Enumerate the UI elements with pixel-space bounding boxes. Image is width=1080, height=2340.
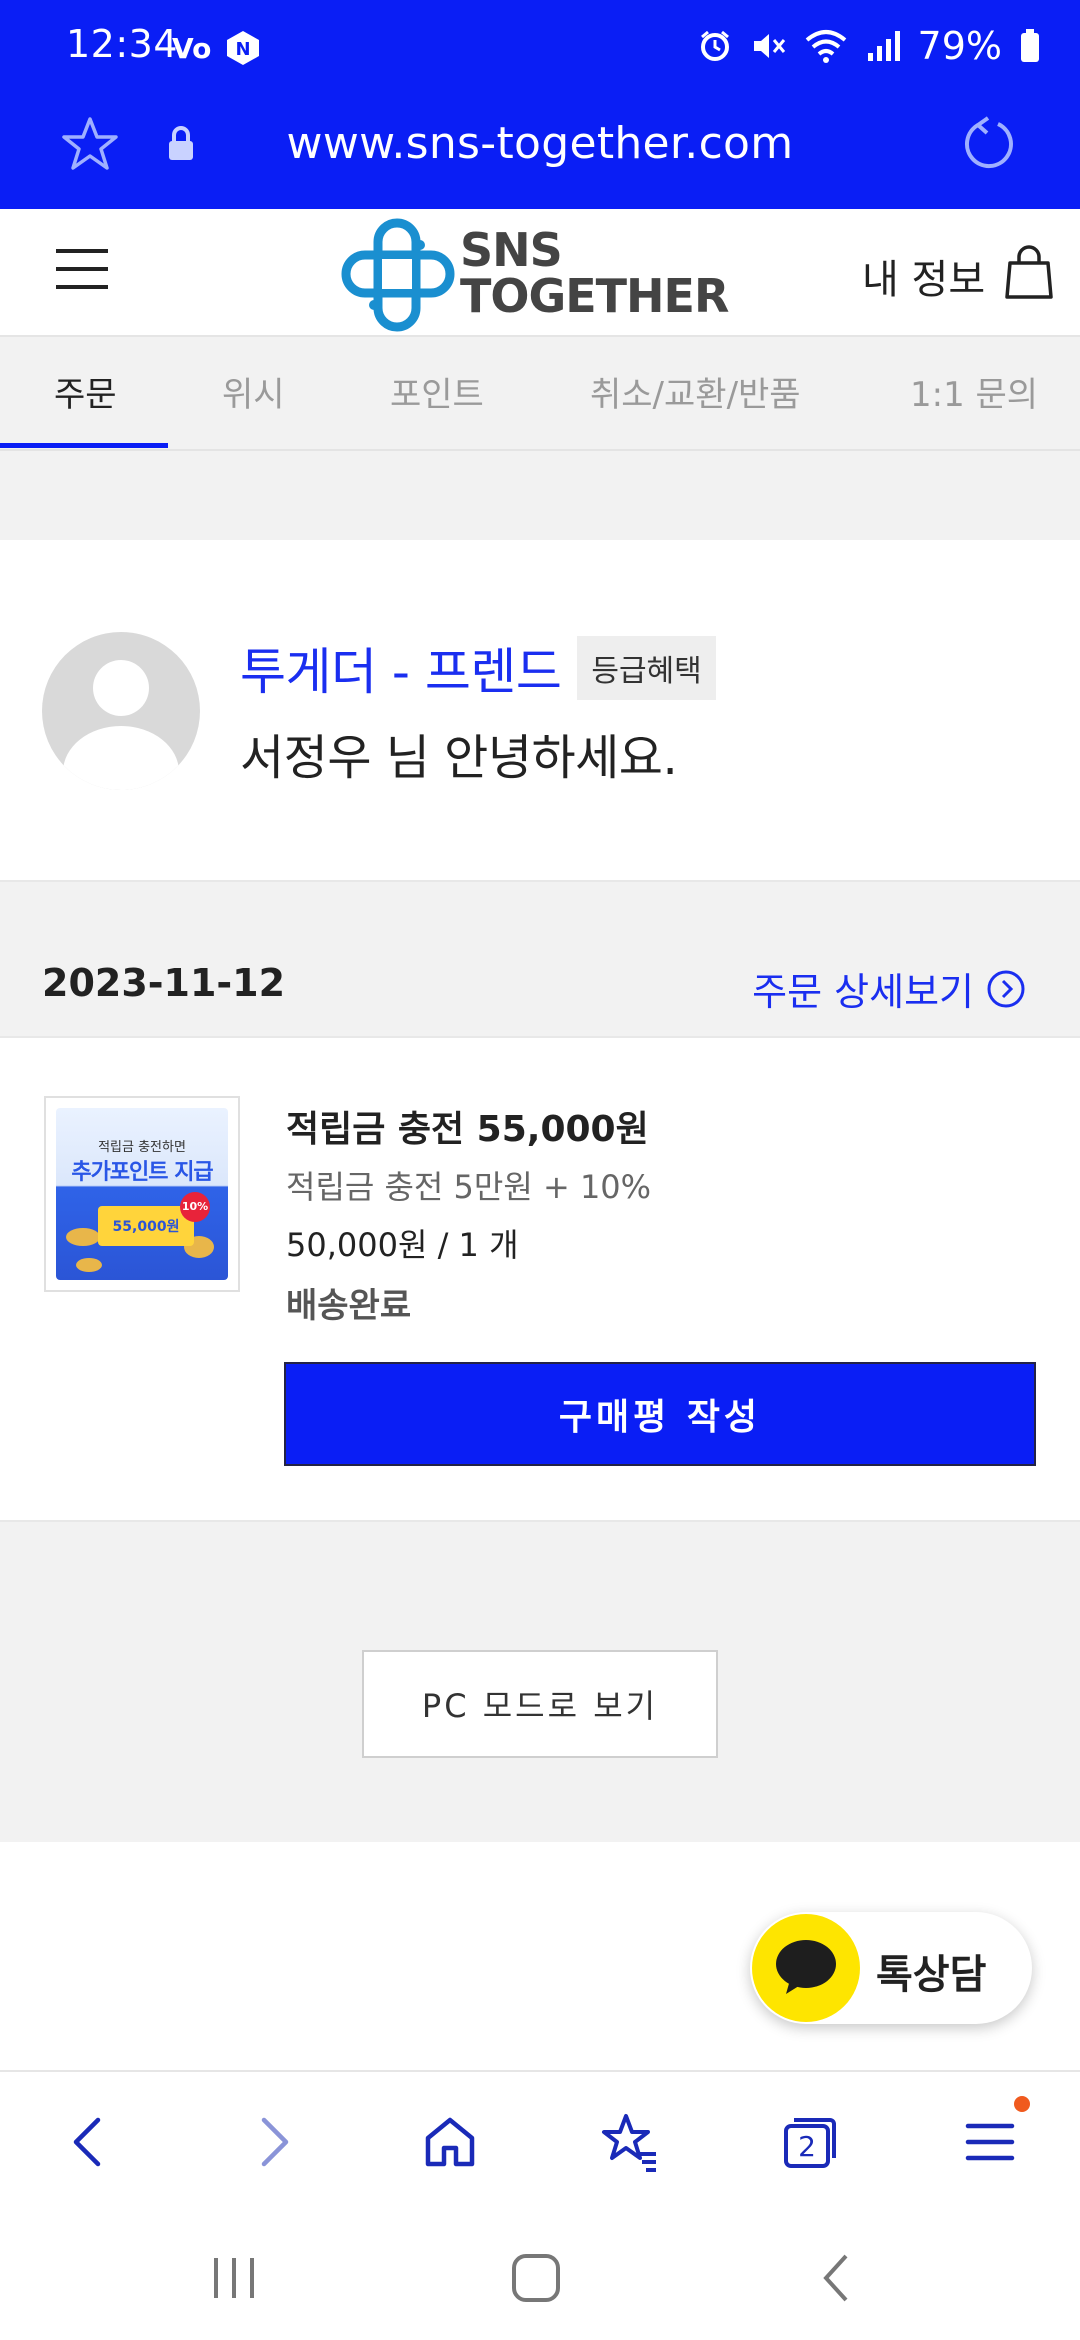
battery-percent: 79%	[917, 24, 1002, 68]
product-price-qty: 50,000원 / 1 개	[286, 1226, 519, 1264]
status-bar: 12:34 Vo N 79%	[0, 0, 1080, 96]
coin-icon	[66, 1228, 100, 1246]
tab-cancel-exchange-return[interactable]: 취소/교환/반품	[590, 367, 801, 416]
delivery-status: 배송완료	[286, 1286, 412, 1326]
active-tab-indicator	[0, 443, 168, 448]
notification-dot	[1014, 2096, 1030, 2112]
volte-icon: Vo	[172, 32, 211, 65]
grade-benefit-button[interactable]: 등급혜택	[577, 636, 716, 700]
product-option: 적립금 충전 5만원 + 10%	[286, 1168, 652, 1206]
tab-points[interactable]: 포인트	[390, 367, 484, 416]
my-info-link[interactable]: 내 정보	[862, 247, 985, 305]
order-date: 2023-11-12	[42, 961, 286, 1005]
logo-text: SNS TOGETHER	[460, 223, 729, 323]
member-grade: 투게더 - 프렌드	[240, 643, 562, 701]
status-icons-left: Vo N	[172, 28, 262, 68]
profile-section: 투게더 - 프렌드 등급혜택 서정우 님 안녕하세요.	[0, 540, 1080, 882]
system-navigation-bar	[0, 2210, 1080, 2340]
signal-icon	[867, 31, 900, 61]
url-text[interactable]: www.sns-together.com	[0, 118, 1080, 169]
url-bar: www.sns-together.com	[0, 96, 1080, 209]
tab-inquiry[interactable]: 1:1 문의	[910, 367, 1038, 416]
tab-count: 2	[798, 2130, 816, 2163]
thumbnail-line2: 추가포인트 지급	[71, 1160, 213, 1185]
status-time: 12:34	[66, 22, 179, 66]
tab-wish[interactable]: 위시	[222, 367, 285, 416]
greeting-text: 서정우 님 안녕하세요.	[240, 730, 678, 786]
n-app-icon: N	[227, 31, 259, 65]
order-detail-label: 주문 상세보기	[752, 970, 974, 1014]
ticket-text: 55,000원	[112, 1219, 180, 1235]
ticket-graphic: 55,000원	[98, 1206, 194, 1246]
kakao-chat-button[interactable]: 톡상담	[750, 1912, 1032, 2024]
system-back-icon[interactable]	[810, 2250, 866, 2306]
order-item-card: 적립금 충전하면 추가포인트 지급 55,000원 10% 적립금 충전 55,…	[0, 1036, 1080, 1522]
system-home-icon[interactable]	[508, 2250, 564, 2306]
browser-chrome: 12:34 Vo N 79% www.sns-together.com	[0, 0, 1080, 209]
mypage-tabs: 주문 위시 포인트 취소/교환/반품 1:1 문의	[0, 337, 1080, 451]
shopping-bag-icon[interactable]	[1004, 245, 1054, 301]
menu-icon[interactable]	[958, 2110, 1022, 2174]
thumbnail-line1: 적립금 충전하면	[98, 1140, 186, 1155]
kakao-icon-bg	[752, 1914, 860, 2022]
logo-mark-icon	[341, 218, 455, 332]
logo-line1: SNS	[460, 223, 563, 277]
wifi-icon	[805, 30, 846, 63]
pc-mode-button[interactable]: PC 모드로 보기	[362, 1650, 718, 1758]
thumbnail-image: 적립금 충전하면 추가포인트 지급 55,000원 10%	[56, 1108, 228, 1280]
back-icon[interactable]	[58, 2110, 122, 2174]
recent-apps-icon[interactable]	[206, 2250, 262, 2306]
svg-text:Vo: Vo	[172, 32, 211, 65]
tabs-button[interactable]: 2	[778, 2110, 842, 2174]
tab-order[interactable]: 주문	[54, 367, 117, 416]
chat-bubble-icon	[776, 1940, 836, 1994]
kakao-label: 톡상담	[876, 1952, 987, 1998]
product-name[interactable]: 적립금 충전 55,000원	[286, 1100, 649, 1152]
mute-icon	[753, 34, 785, 58]
forward-icon[interactable]	[240, 2110, 304, 2174]
site-header: SNS TOGETHER 내 정보	[0, 209, 1080, 337]
default-avatar-icon	[63, 660, 179, 790]
write-review-button[interactable]: 구매평 작성	[284, 1362, 1036, 1466]
order-header: 2023-11-12 주문 상세보기	[0, 955, 1080, 1035]
percent-badge: 10%	[180, 1192, 210, 1222]
browser-bottom-bar: 2	[0, 2070, 1080, 2210]
screen: 12:34 Vo N 79% www.sns-together.com SNS …	[0, 0, 1080, 2340]
reload-icon[interactable]	[958, 114, 1020, 176]
site-logo[interactable]: SNS TOGETHER	[340, 215, 740, 335]
logo-line2: TOGETHER	[460, 269, 729, 323]
status-icons-right: 79%	[698, 24, 1040, 68]
grade-line: 투게더 - 프렌드 등급혜택	[240, 632, 716, 704]
alarm-icon	[700, 30, 729, 61]
chevron-circle-right-icon	[987, 970, 1025, 1007]
home-icon[interactable]	[418, 2110, 482, 2174]
hamburger-menu-icon[interactable]	[56, 247, 108, 291]
coin-icon	[76, 1258, 102, 1272]
battery-icon	[1021, 29, 1039, 62]
svg-text:N: N	[235, 39, 250, 60]
avatar	[42, 632, 200, 790]
product-thumbnail[interactable]: 적립금 충전하면 추가포인트 지급 55,000원 10%	[44, 1096, 240, 1292]
order-detail-link[interactable]: 주문 상세보기	[752, 961, 1026, 1016]
bookmarks-icon[interactable]	[598, 2110, 662, 2174]
